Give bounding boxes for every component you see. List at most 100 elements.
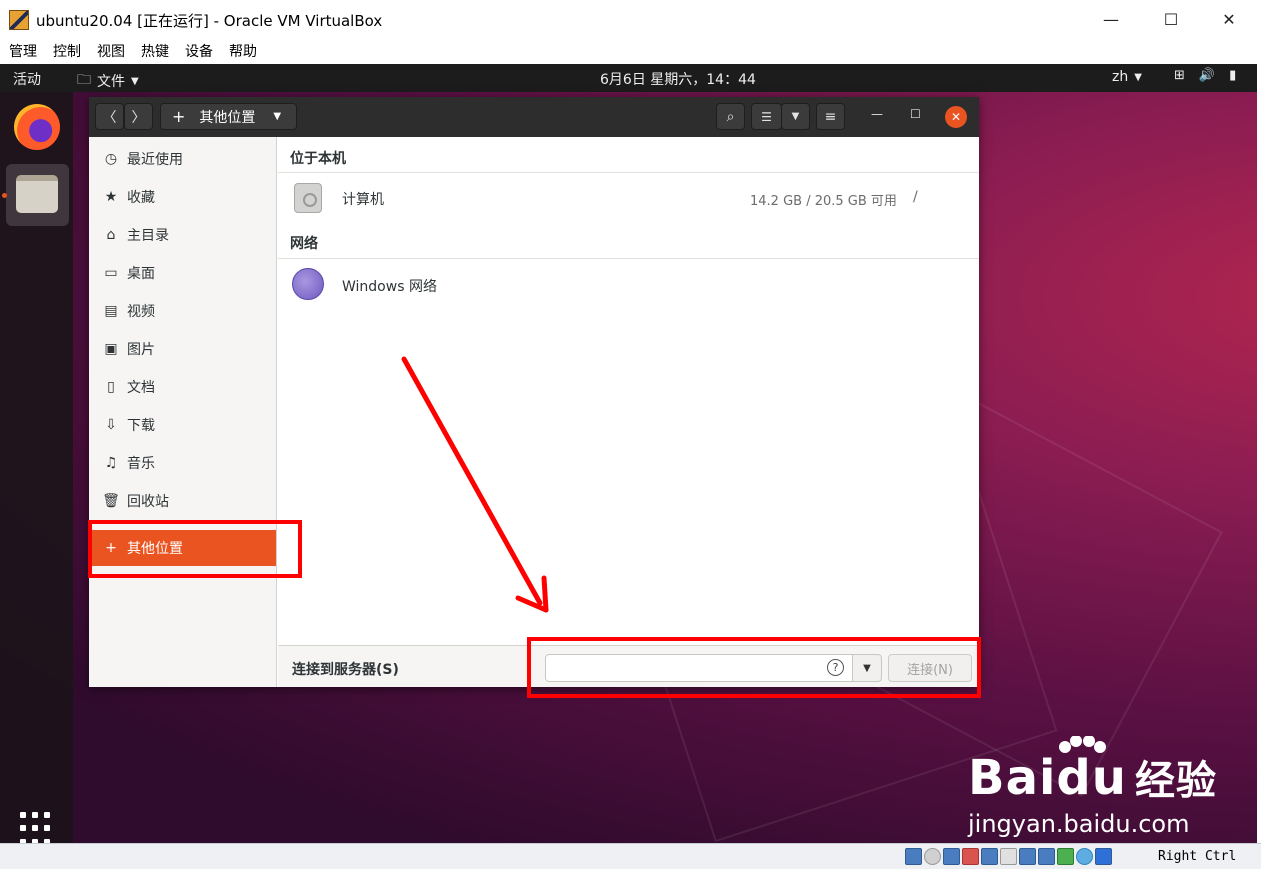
firefox-icon[interactable] xyxy=(14,104,60,150)
audio-icon[interactable] xyxy=(943,848,960,865)
document-icon: ▯ xyxy=(107,379,115,395)
forward-button[interactable]: 〉 xyxy=(124,103,153,130)
sidebar-item-music[interactable]: ♫ 音乐 xyxy=(89,445,276,481)
sidebar-item-home[interactable]: ⌂ 主目录 xyxy=(89,217,276,253)
menu-manage[interactable]: 管理 xyxy=(9,41,37,61)
system-menu[interactable]: ⊞ 🔊 ▮ xyxy=(1174,68,1236,83)
location-row-windows-network[interactable]: Windows 网络 xyxy=(278,259,979,309)
network-adapter-icon[interactable] xyxy=(962,848,979,865)
download-icon: ⇩ xyxy=(105,417,117,433)
sidebar-item-trash[interactable]: 🗑 回收站 xyxy=(89,483,276,519)
keyboard-capture-icon[interactable] xyxy=(1095,848,1112,865)
sidebar-item-label: 视频 xyxy=(127,304,155,320)
network-globe-icon xyxy=(292,268,324,300)
virtualbox-app-icon xyxy=(9,10,29,30)
screen: ubuntu20.04 [正在运行] - Oracle VM VirtualBo… xyxy=(0,0,1261,869)
row-label: Windows 网络 xyxy=(342,279,437,295)
section-header-local: 位于本机 xyxy=(290,151,346,167)
other-locations-view: 位于本机 计算机 14.2 GB / 20.5 GB 可用 / 网络 Windo… xyxy=(278,137,979,645)
menu-control[interactable]: 控制 xyxy=(53,41,81,61)
chevron-left-icon: 〈 xyxy=(102,109,117,126)
chevron-down-icon: ▼ xyxy=(1134,72,1142,83)
running-indicator xyxy=(2,193,7,198)
menu-help[interactable]: 帮助 xyxy=(229,41,257,61)
sidebar-item-desktop[interactable]: ▭ 桌面 xyxy=(89,255,276,291)
location-row-computer[interactable]: 计算机 14.2 GB / 20.5 GB 可用 / xyxy=(278,173,979,223)
guest-desktop: 活动 🗀 文件 ▼ 6月6日 星期六，14：44 zh ▼ ⊞ 🔊 ▮ 〈 〉 … xyxy=(0,64,1257,843)
folder-icon: 🗀 xyxy=(77,72,91,88)
sidebar-item-documents[interactable]: ▯ 文档 xyxy=(89,369,276,405)
sidebar-item-videos[interactable]: ▤ 视频 xyxy=(89,293,276,329)
video-capture-icon[interactable] xyxy=(1038,848,1055,865)
view-list-button[interactable]: ☰ xyxy=(751,103,782,130)
dock xyxy=(0,92,73,843)
chevron-down-icon: ▼ xyxy=(131,75,139,87)
sidebar-item-starred[interactable]: ★ 收藏 xyxy=(89,179,276,215)
chevron-down-icon: ▼ xyxy=(273,111,282,122)
menu-hotkeys[interactable]: 热键 xyxy=(141,41,169,61)
files-headerbar: 〈 〉 + 其他位置 ▼ ⌕ ☰ ▼ ≡ — ☐ ✕ xyxy=(89,97,979,137)
sidebar-item-label: 下载 xyxy=(127,418,155,434)
desktop-icon: ▭ xyxy=(104,265,118,281)
cpu-icon[interactable] xyxy=(1057,848,1074,865)
shared-folder-icon[interactable] xyxy=(1000,848,1017,865)
sidebar-item-label: 文档 xyxy=(127,380,155,396)
music-icon: ♫ xyxy=(104,455,118,471)
sidebar-item-label: 音乐 xyxy=(127,456,155,472)
home-icon: ⌂ xyxy=(106,227,116,243)
picture-icon: ▣ xyxy=(104,341,118,357)
search-icon: ⌕ xyxy=(726,108,735,125)
connect-to-server-label: 连接到服务器(S) xyxy=(292,662,399,678)
grid-icon[interactable] xyxy=(20,812,54,843)
virtualbox-menubar: 管理 控制 视图 热键 设备 帮助 xyxy=(0,38,1261,64)
section-header-network: 网络 xyxy=(290,236,318,252)
free-space: 14.2 GB / 20.5 GB 可用 xyxy=(750,194,897,209)
search-button[interactable]: ⌕ xyxy=(716,103,745,130)
menu-devices[interactable]: 设备 xyxy=(185,41,213,61)
optical-drive-icon[interactable] xyxy=(924,848,941,865)
watermark-suffix: 经验 xyxy=(1134,758,1217,804)
paw-icon xyxy=(1056,735,1108,776)
minimize-icon[interactable]: — xyxy=(871,107,883,121)
activities-button[interactable]: 活动 xyxy=(13,69,41,89)
back-button[interactable]: 〈 xyxy=(95,103,124,130)
sidebar-item-recent[interactable]: ◷ 最近使用 xyxy=(89,141,276,177)
maximize-button[interactable]: ☐ xyxy=(1148,4,1194,34)
drive-icon xyxy=(294,183,322,213)
menu-view[interactable]: 视图 xyxy=(97,41,125,61)
files-window: 〈 〉 + 其他位置 ▼ ⌕ ☰ ▼ ≡ — ☐ ✕ ◷ 最近使用 ★ 收藏 ⌂… xyxy=(89,97,979,687)
star-icon: ★ xyxy=(104,189,118,205)
view-options-button[interactable]: ▼ xyxy=(781,103,810,130)
sidebar-item-label: 桌面 xyxy=(127,266,155,282)
close-button[interactable]: ✕ xyxy=(1206,4,1252,34)
virtualbox-titlebar: ubuntu20.04 [正在运行] - Oracle VM VirtualBo… xyxy=(0,0,1261,38)
sidebar-item-label: 最近使用 xyxy=(127,152,183,168)
maximize-icon[interactable]: ☐ xyxy=(910,107,921,121)
mount-point: / xyxy=(913,189,918,205)
menu-button[interactable]: ≡ xyxy=(816,103,845,130)
sidebar-item-pictures[interactable]: ▣ 图片 xyxy=(89,331,276,367)
battery-icon: ▮ xyxy=(1229,68,1237,83)
display-icon[interactable] xyxy=(1019,848,1036,865)
sidebar-item-label: 回收站 xyxy=(127,494,169,510)
close-icon[interactable]: ✕ xyxy=(945,106,967,128)
internet-icon[interactable] xyxy=(1076,848,1093,865)
usb-icon[interactable] xyxy=(981,848,998,865)
annotation-box-other-locations xyxy=(88,520,302,578)
files-icon xyxy=(16,175,58,213)
location-button[interactable]: + 其他位置 ▼ xyxy=(160,103,297,130)
sidebar-item-downloads[interactable]: ⇩ 下载 xyxy=(89,407,276,443)
chevron-down-icon: ▼ xyxy=(791,111,800,122)
trash-icon: 🗑 xyxy=(102,493,120,509)
dock-item-files[interactable] xyxy=(6,164,69,226)
hard-disk-icon[interactable] xyxy=(905,848,922,865)
video-icon: ▤ xyxy=(104,303,118,319)
clock[interactable]: 6月6日 星期六，14：44 xyxy=(600,69,756,89)
input-method-menu[interactable]: zh ▼ xyxy=(1112,69,1142,85)
chevron-right-icon: 〉 xyxy=(131,109,146,126)
gnome-topbar: 活动 🗀 文件 ▼ 6月6日 星期六，14：44 zh ▼ ⊞ 🔊 ▮ xyxy=(0,64,1257,92)
annotation-box-connect-bar xyxy=(527,637,981,698)
app-menu[interactable]: 🗀 文件 ▼ xyxy=(77,69,139,93)
network-icon: ⊞ xyxy=(1174,68,1185,83)
minimize-button[interactable]: — xyxy=(1088,4,1134,34)
